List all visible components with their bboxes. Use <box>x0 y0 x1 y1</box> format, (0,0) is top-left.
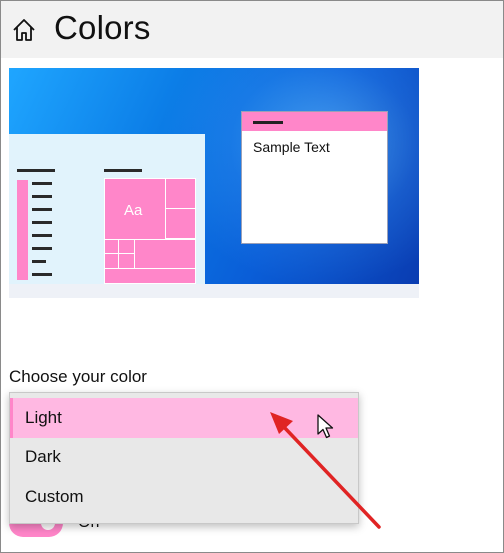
dropdown-option-light[interactable]: Light <box>10 398 358 438</box>
theme-preview: Aa Sample Text <box>9 68 419 298</box>
preview-sample-window: Sample Text <box>241 111 388 244</box>
preview-tile <box>165 208 196 239</box>
preview-taskbar <box>9 284 419 298</box>
sample-window-titlebar <box>242 112 387 131</box>
home-icon[interactable] <box>11 17 37 43</box>
menu-line <box>32 208 52 211</box>
preview-tile <box>104 253 119 269</box>
preview-tile <box>104 268 196 284</box>
menu-line <box>104 169 142 172</box>
preview-tile <box>165 178 196 209</box>
menu-line <box>17 169 55 172</box>
sample-text: Sample Text <box>253 139 330 155</box>
menu-line <box>32 221 52 224</box>
choose-color-label: Choose your color <box>9 367 147 386</box>
page-title: Colors <box>54 9 151 46</box>
preview-tile-label: Aa <box>124 202 143 219</box>
menu-line <box>32 247 52 250</box>
preview-tile <box>134 239 196 270</box>
mouse-pointer-icon <box>317 414 334 439</box>
preview-tile <box>118 253 135 269</box>
color-dropdown-menu[interactable]: Light Dark Custom <box>9 392 359 524</box>
menu-line <box>32 195 52 198</box>
header: Colors <box>1 1 503 58</box>
dropdown-option-dark[interactable]: Dark <box>10 437 358 477</box>
titlebar-line <box>253 121 283 124</box>
menu-line <box>32 273 52 276</box>
dropdown-option-custom[interactable]: Custom <box>10 477 358 517</box>
menu-line <box>32 234 52 237</box>
preview-tile <box>104 239 119 254</box>
preview-tile <box>118 239 135 254</box>
menu-line <box>32 260 46 263</box>
menu-line <box>32 182 52 185</box>
preview-tile-strip <box>17 180 28 280</box>
